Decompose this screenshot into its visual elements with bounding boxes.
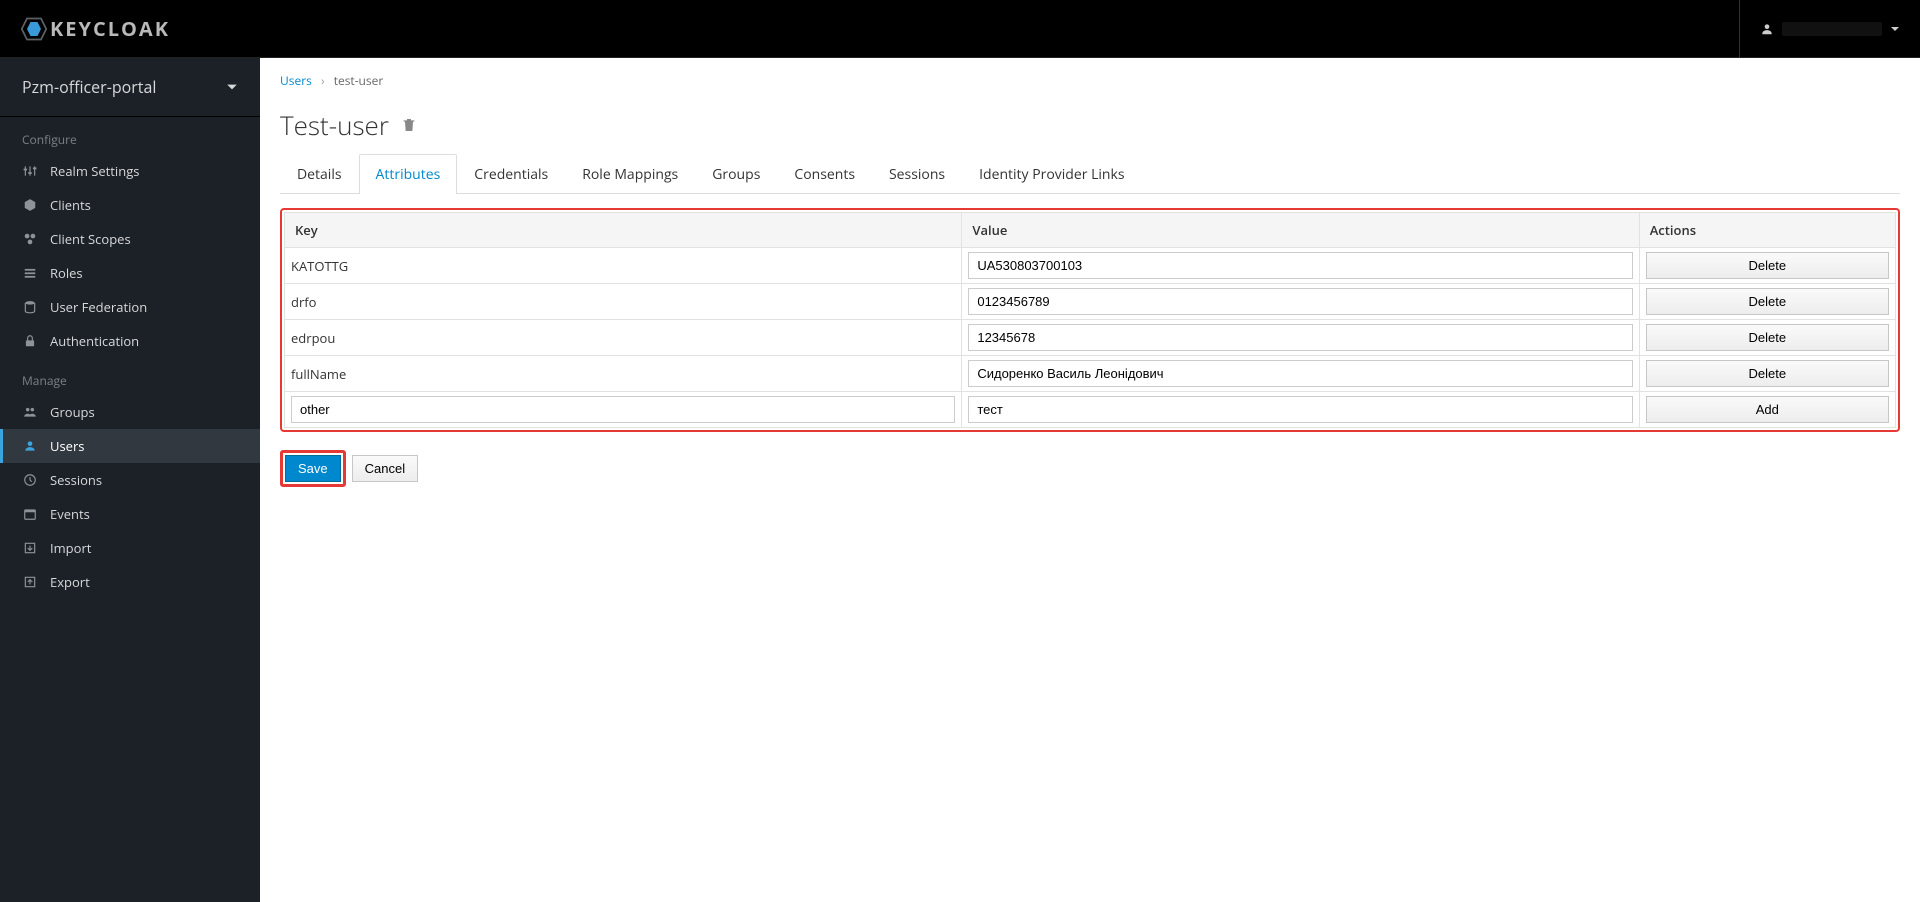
sidebar-item-label: Export	[50, 573, 90, 591]
sidebar-item-label: Events	[50, 505, 90, 523]
sidebar-item-label: User Federation	[50, 298, 147, 316]
main-content: Users › test-user Test-user Details Attr…	[260, 58, 1920, 902]
attr-value-input[interactable]	[968, 288, 1632, 315]
sidebar-item-label: Client Scopes	[50, 230, 131, 248]
save-highlight: Save	[280, 450, 346, 487]
trash-icon[interactable]	[401, 117, 417, 133]
breadcrumb-current: test-user	[334, 72, 384, 89]
tab-sessions[interactable]: Sessions	[872, 154, 962, 194]
calendar-icon	[22, 506, 38, 522]
tab-role-mappings[interactable]: Role Mappings	[565, 154, 695, 194]
sidebar-item-import[interactable]: Import	[0, 531, 260, 565]
new-attr-value-input[interactable]	[968, 396, 1632, 423]
sidebar-item-events[interactable]: Events	[0, 497, 260, 531]
attr-key: drfo	[285, 284, 962, 320]
attributes-highlight: Key Value Actions KATOTTG Delete drfo De…	[280, 208, 1900, 432]
delete-button[interactable]: Delete	[1646, 288, 1889, 315]
table-row: fullName Delete	[285, 356, 1896, 392]
sidebar-item-authentication[interactable]: Authentication	[0, 324, 260, 358]
new-attr-key-input[interactable]	[291, 396, 955, 423]
sidebar-item-roles[interactable]: Roles	[0, 256, 260, 290]
breadcrumb-root-link[interactable]: Users	[280, 72, 312, 89]
attr-value-input[interactable]	[968, 360, 1632, 387]
table-header-key: Key	[285, 213, 962, 248]
table-header-actions: Actions	[1639, 213, 1895, 248]
attr-key: edrpou	[285, 320, 962, 356]
tab-credentials[interactable]: Credentials	[457, 154, 565, 194]
tab-details[interactable]: Details	[280, 154, 359, 194]
cube-icon	[22, 197, 38, 213]
list-icon	[22, 265, 38, 281]
tab-groups[interactable]: Groups	[695, 154, 777, 194]
scopes-icon	[22, 231, 38, 247]
add-button[interactable]: Add	[1646, 396, 1889, 423]
user-icon	[22, 438, 38, 454]
delete-button[interactable]: Delete	[1646, 252, 1889, 279]
breadcrumb: Users › test-user	[280, 72, 1900, 89]
attr-key: fullName	[285, 356, 962, 392]
page-title-text: Test-user	[280, 107, 389, 143]
table-header-value: Value	[962, 213, 1639, 248]
logo-text: KEYCLOAK	[50, 15, 170, 42]
table-row: KATOTTG Delete	[285, 248, 1896, 284]
top-header: KEYCLOAK	[0, 0, 1920, 58]
lock-icon	[22, 333, 38, 349]
page-title: Test-user	[280, 107, 1900, 143]
user-icon	[1760, 22, 1774, 36]
keycloak-logo-icon	[20, 15, 48, 43]
sidebar-item-label: Roles	[50, 264, 83, 282]
sidebar-item-label: Import	[50, 539, 91, 557]
import-icon	[22, 540, 38, 556]
database-icon	[22, 299, 38, 315]
sidebar-item-groups[interactable]: Groups	[0, 395, 260, 429]
realm-name: Pzm-officer-portal	[22, 76, 156, 98]
sidebar-item-label: Groups	[50, 403, 95, 421]
chevron-down-icon	[1890, 24, 1900, 34]
logo[interactable]: KEYCLOAK	[20, 15, 170, 43]
tab-identity-provider-links[interactable]: Identity Provider Links	[962, 154, 1141, 194]
sidebar-item-export[interactable]: Export	[0, 565, 260, 599]
sidebar-item-label: Authentication	[50, 332, 139, 350]
delete-button[interactable]: Delete	[1646, 324, 1889, 351]
save-button[interactable]: Save	[285, 455, 341, 482]
tabs: Details Attributes Credentials Role Mapp…	[280, 153, 1900, 194]
tab-attributes[interactable]: Attributes	[359, 154, 458, 194]
table-row: drfo Delete	[285, 284, 1896, 320]
attr-value-input[interactable]	[968, 324, 1632, 351]
sidebar-item-sessions[interactable]: Sessions	[0, 463, 260, 497]
sliders-icon	[22, 163, 38, 179]
sidebar-item-label: Users	[50, 437, 84, 455]
sidebar-item-users[interactable]: Users	[0, 429, 260, 463]
form-actions: Save Cancel	[280, 450, 1900, 487]
attr-value-input[interactable]	[968, 252, 1632, 279]
export-icon	[22, 574, 38, 590]
attr-key: KATOTTG	[285, 248, 962, 284]
breadcrumb-separator: ›	[321, 72, 325, 89]
cancel-button[interactable]: Cancel	[352, 455, 418, 482]
tab-consents[interactable]: Consents	[777, 154, 872, 194]
sidebar-item-label: Sessions	[50, 471, 102, 489]
attributes-table: Key Value Actions KATOTTG Delete drfo De…	[284, 212, 1896, 428]
sidebar-item-realm-settings[interactable]: Realm Settings	[0, 154, 260, 188]
sidebar-item-user-federation[interactable]: User Federation	[0, 290, 260, 324]
sidebar-section-configure: Configure	[0, 117, 260, 154]
table-row: edrpou Delete	[285, 320, 1896, 356]
user-menu[interactable]	[1739, 0, 1900, 58]
sidebar-item-label: Realm Settings	[50, 162, 139, 180]
sidebar: Pzm-officer-portal Configure Realm Setti…	[0, 58, 260, 902]
sidebar-section-manage: Manage	[0, 358, 260, 395]
delete-button[interactable]: Delete	[1646, 360, 1889, 387]
groups-icon	[22, 404, 38, 420]
table-row-new: Add	[285, 392, 1896, 428]
sidebar-item-clients[interactable]: Clients	[0, 188, 260, 222]
sidebar-item-client-scopes[interactable]: Client Scopes	[0, 222, 260, 256]
sidebar-item-label: Clients	[50, 196, 91, 214]
clock-icon	[22, 472, 38, 488]
chevron-down-icon	[226, 81, 238, 93]
realm-selector[interactable]: Pzm-officer-portal	[0, 58, 260, 117]
user-name-obscured	[1782, 22, 1882, 36]
